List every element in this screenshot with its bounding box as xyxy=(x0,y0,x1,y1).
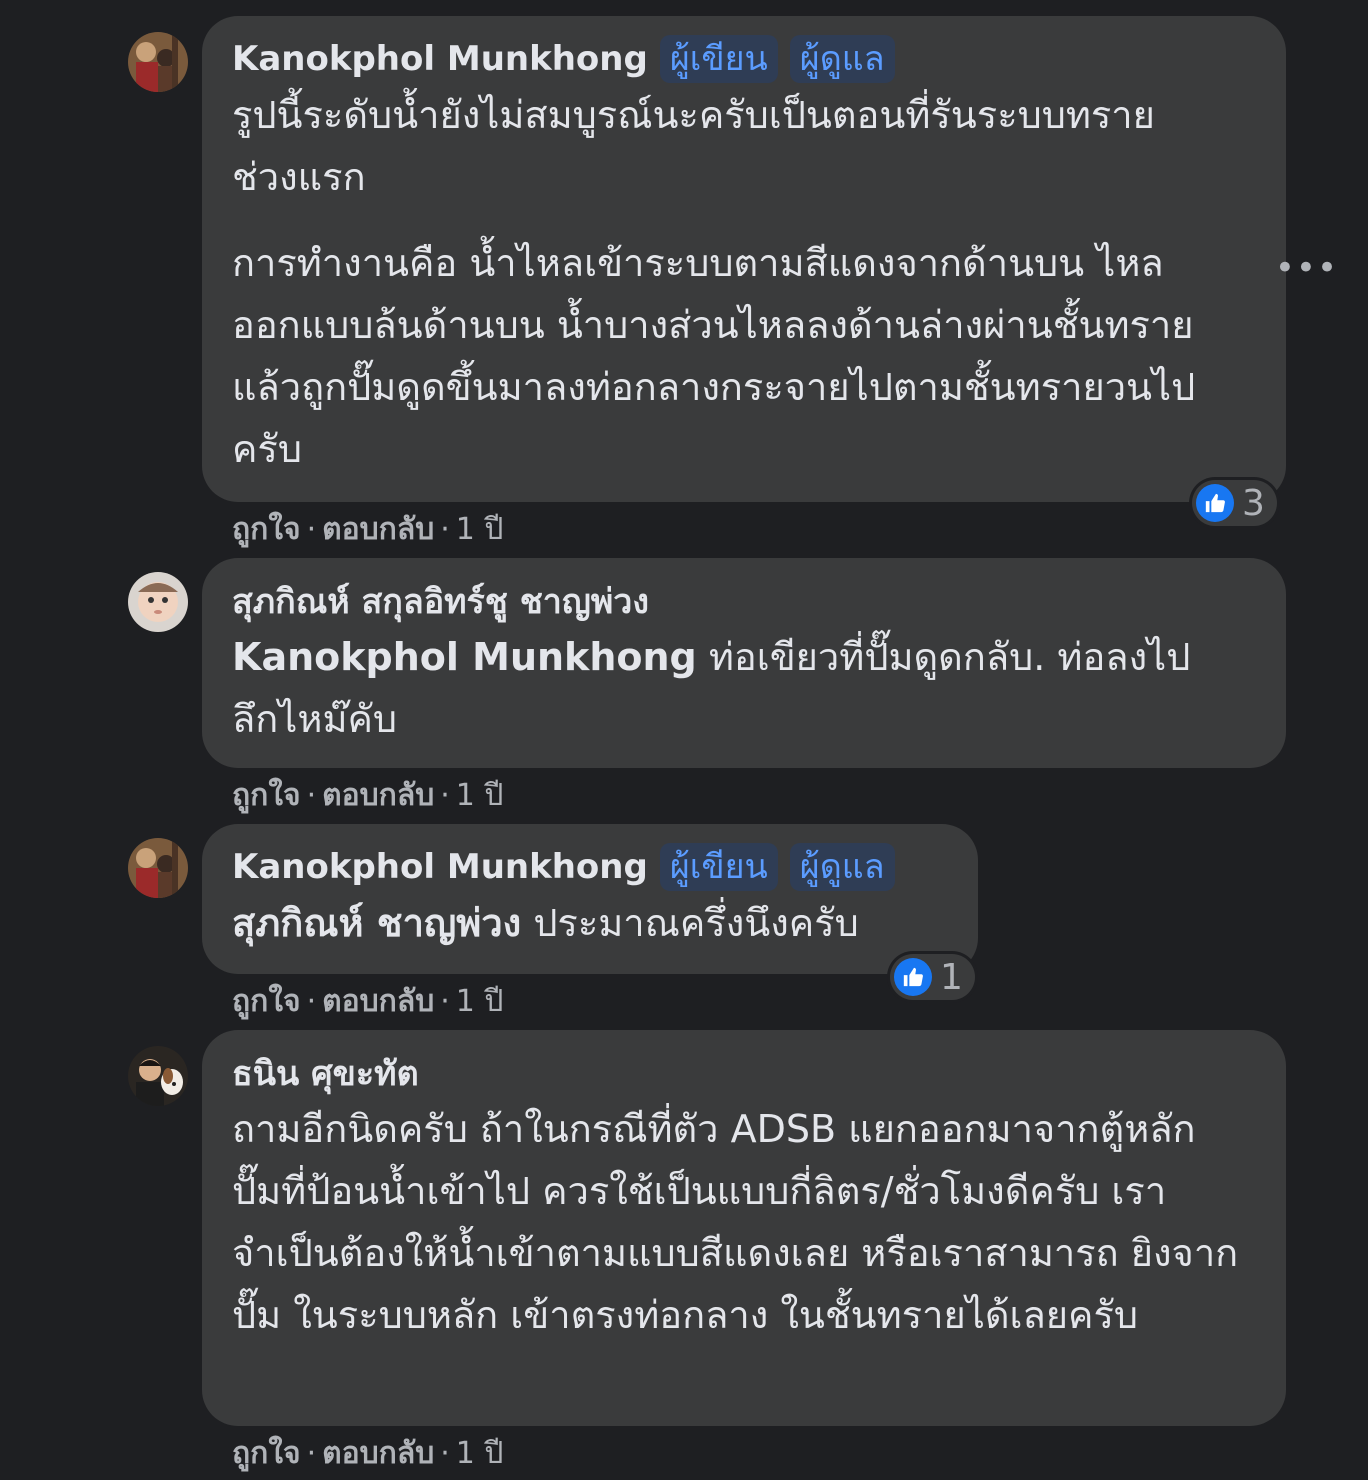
avatar[interactable] xyxy=(128,1046,188,1106)
separator: · xyxy=(440,778,450,813)
comment-author[interactable]: Kanokphol Munkhong xyxy=(232,39,648,79)
reply-link[interactable]: ตอบกลับ xyxy=(322,778,434,813)
comment-bubble: Kanokphol Munkhong ผู้เขียน ผู้ดูแล รูปน… xyxy=(202,16,1286,502)
avatar[interactable] xyxy=(128,32,188,92)
reaction-count: 3 xyxy=(1242,482,1265,524)
like-link[interactable]: ถูกใจ xyxy=(232,512,301,547)
reaction-count-badge[interactable]: 1 xyxy=(890,954,975,1000)
comment-text: Kanokphol Munkhong ท่อเขียวที่ปั๊มดูดกลั… xyxy=(232,626,1232,750)
comment-author[interactable]: Kanokphol Munkhong xyxy=(232,847,648,887)
comment-body: ประมาณครึ่งนึงครับ xyxy=(521,901,859,945)
reaction-count: 1 xyxy=(940,956,963,998)
separator: · xyxy=(306,1436,317,1471)
like-link[interactable]: ถูกใจ xyxy=(232,984,301,1019)
timestamp[interactable]: 1 ปี xyxy=(456,1436,504,1471)
mention-link[interactable]: สุภกิณห์ ชาญพ่วง xyxy=(232,901,521,945)
comment-text: รูปนี้ระดับน้ำยังไม่สมบูรณ์นะครับเป็นตอน… xyxy=(232,84,1256,480)
avatar-photo-icon xyxy=(128,572,188,632)
avatar[interactable] xyxy=(128,572,188,632)
separator: · xyxy=(440,1436,450,1471)
separator: · xyxy=(440,984,450,1019)
comment-actions: ถูกใจ · ตอบกลับ · 1 ปี xyxy=(232,506,503,553)
thumbs-up-icon xyxy=(1196,484,1234,522)
comment-author[interactable]: ธนิน ศุขะทัต xyxy=(232,1046,419,1100)
separator: · xyxy=(306,778,317,813)
avatar-photo-icon xyxy=(128,1046,188,1106)
separator: · xyxy=(440,512,450,547)
avatar-photo-icon xyxy=(128,32,188,92)
comment-paragraph: การทำงานคือ น้ำไหลเข้าระบบตามสีแดงจากด้า… xyxy=(232,241,1196,471)
comment-actions: ถูกใจ · ตอบกลับ · 1 ปี xyxy=(232,1430,503,1477)
avatar-photo-icon xyxy=(128,838,188,898)
reply-link[interactable]: ตอบกลับ xyxy=(322,984,434,1019)
author-badge: ผู้เขียน xyxy=(659,35,778,83)
comment-actions: ถูกใจ · ตอบกลับ · 1 ปี xyxy=(232,978,503,1025)
timestamp[interactable]: 1 ปี xyxy=(456,512,504,547)
comment-text: สุภกิณห์ ชาญพ่วง ประมาณครึ่งนึงครับ xyxy=(232,892,948,954)
timestamp[interactable]: 1 ปี xyxy=(456,984,504,1019)
author-badge: ผู้เขียน xyxy=(659,843,778,891)
comment-bubble: Kanokphol Munkhong ผู้เขียน ผู้ดูแล สุภก… xyxy=(202,824,978,974)
comment-bubble: สุภกิณห์ สกุลอิทร์ชู ชาญพ่วง Kanokphol M… xyxy=(202,558,1286,768)
comment-bubble: ธนิน ศุขะทัต ถามอีกนิดครับ ถ้าในกรณีที่ต… xyxy=(202,1030,1286,1426)
like-link[interactable]: ถูกใจ xyxy=(232,1436,301,1471)
admin-badge: ผู้ดูแล xyxy=(789,843,895,891)
like-link[interactable]: ถูกใจ xyxy=(232,778,301,813)
admin-badge: ผู้ดูแล xyxy=(789,35,895,83)
mention-link[interactable]: Kanokphol Munkhong xyxy=(232,635,697,679)
comment-text: ถามอีกนิดครับ ถ้าในกรณีที่ตัว ADSB แยกออ… xyxy=(232,1107,1239,1337)
more-options-icon[interactable]: ••• xyxy=(1275,248,1338,288)
separator: · xyxy=(306,512,317,547)
reply-link[interactable]: ตอบกลับ xyxy=(322,512,434,547)
thumbs-up-icon xyxy=(894,958,932,996)
comment-actions: ถูกใจ · ตอบกลับ · 1 ปี xyxy=(232,772,503,819)
separator: · xyxy=(306,984,317,1019)
comment-paragraph: รูปนี้ระดับน้ำยังไม่สมบูรณ์นะครับเป็นตอน… xyxy=(232,93,1155,199)
reaction-count-badge[interactable]: 3 xyxy=(1192,480,1277,526)
avatar[interactable] xyxy=(128,838,188,898)
reply-link[interactable]: ตอบกลับ xyxy=(322,1436,434,1471)
timestamp[interactable]: 1 ปี xyxy=(456,778,504,813)
comment-author[interactable]: สุภกิณห์ สกุลอิทร์ชู ชาญพ่วง xyxy=(232,574,649,628)
